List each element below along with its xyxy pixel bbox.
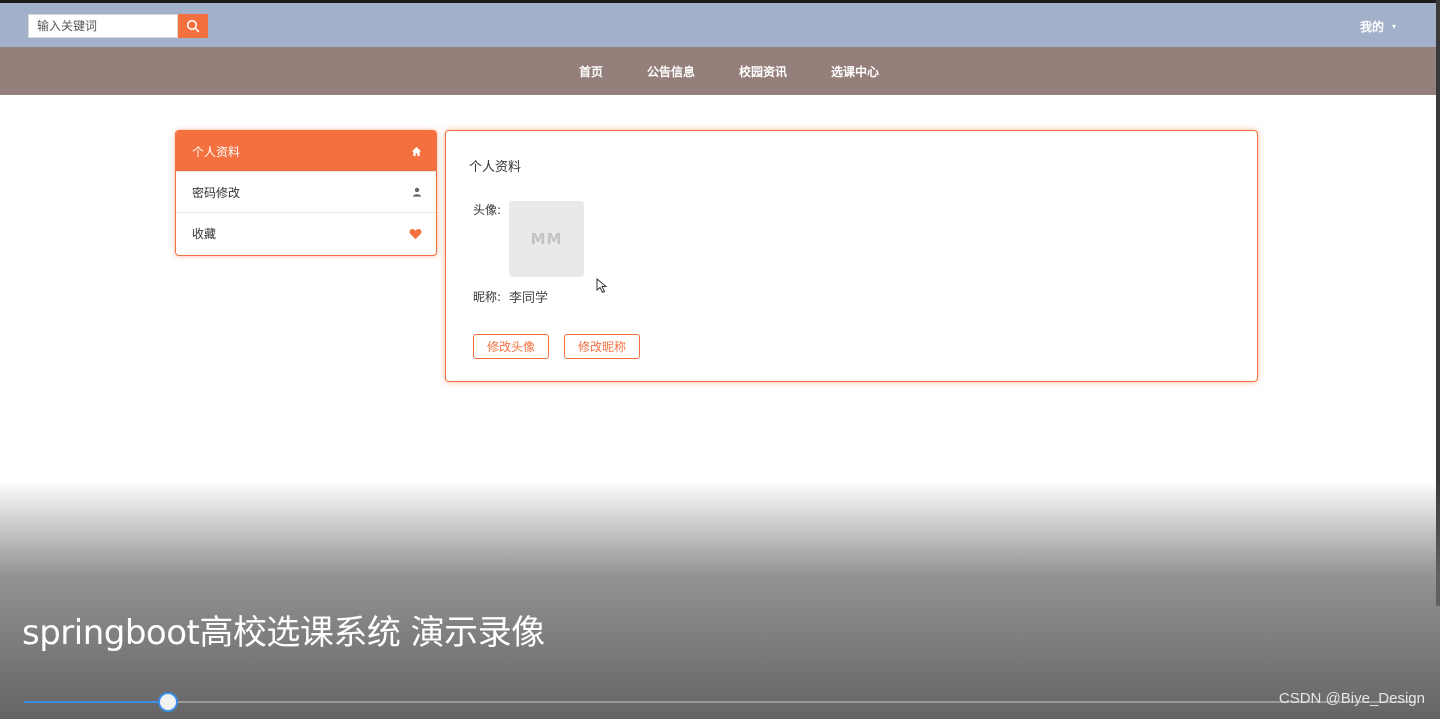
avatar: MM xyxy=(509,201,584,277)
nickname-label: 昵称: xyxy=(473,290,502,304)
watermark: CSDN @Biye_Design xyxy=(1278,690,1425,707)
sidebar-menu: 个人资料 密码修改 收藏 xyxy=(175,130,437,256)
nav-item-campus-news[interactable]: 校园资讯 xyxy=(739,63,787,80)
nav-item-announcements[interactable]: 公告信息 xyxy=(647,63,695,80)
nav-item-course-selection[interactable]: 选课中心 xyxy=(831,63,879,80)
sidebar-item-password[interactable]: 密码修改 xyxy=(176,172,436,213)
change-avatar-button[interactable]: 修改头像 xyxy=(473,334,550,359)
search-icon xyxy=(186,19,200,33)
home-icon xyxy=(411,146,422,156)
search-input[interactable] xyxy=(28,14,178,38)
sidebar-item-profile[interactable]: 个人资料 xyxy=(176,131,436,172)
profile-panel: 个人资料 头像: MM 昵称: 李同学 修改头像 修改昵称 xyxy=(445,130,1258,382)
chevron-down-icon: ▾ xyxy=(1391,22,1396,31)
sidebar-item-label: 密码修改 xyxy=(192,185,241,200)
change-nickname-button[interactable]: 修改昵称 xyxy=(564,334,641,359)
nav-item-home[interactable]: 首页 xyxy=(579,63,603,80)
search-button[interactable] xyxy=(178,14,208,38)
heart-icon xyxy=(409,228,422,239)
user-menu[interactable]: 我的 ▾ xyxy=(1360,18,1396,35)
video-caption: springboot高校选课系统 演示录像 xyxy=(22,613,545,653)
nickname-value: 李同学 xyxy=(509,291,549,306)
avatar-label: 头像: xyxy=(473,203,502,217)
video-progress-bar[interactable] xyxy=(24,692,1416,712)
top-bar: 我的 ▾ xyxy=(0,0,1440,47)
sidebar-item-label: 个人资料 xyxy=(192,144,241,159)
panel-title: 个人资料 xyxy=(469,160,522,175)
search-box xyxy=(28,14,208,38)
sidebar-item-favorites[interactable]: 收藏 xyxy=(176,213,436,254)
user-icon xyxy=(413,187,421,197)
mouse-cursor-icon xyxy=(596,278,608,294)
user-menu-label: 我的 xyxy=(1359,20,1384,34)
video-overlay xyxy=(0,480,1440,719)
sidebar-item-label: 收藏 xyxy=(192,227,217,241)
avatar-placeholder-text: MM xyxy=(530,230,563,248)
main-nav: 首页 公告信息 校园资讯 选课中心 xyxy=(0,47,1440,95)
video-progress-fill xyxy=(24,701,168,703)
window-top-border xyxy=(0,0,1440,3)
